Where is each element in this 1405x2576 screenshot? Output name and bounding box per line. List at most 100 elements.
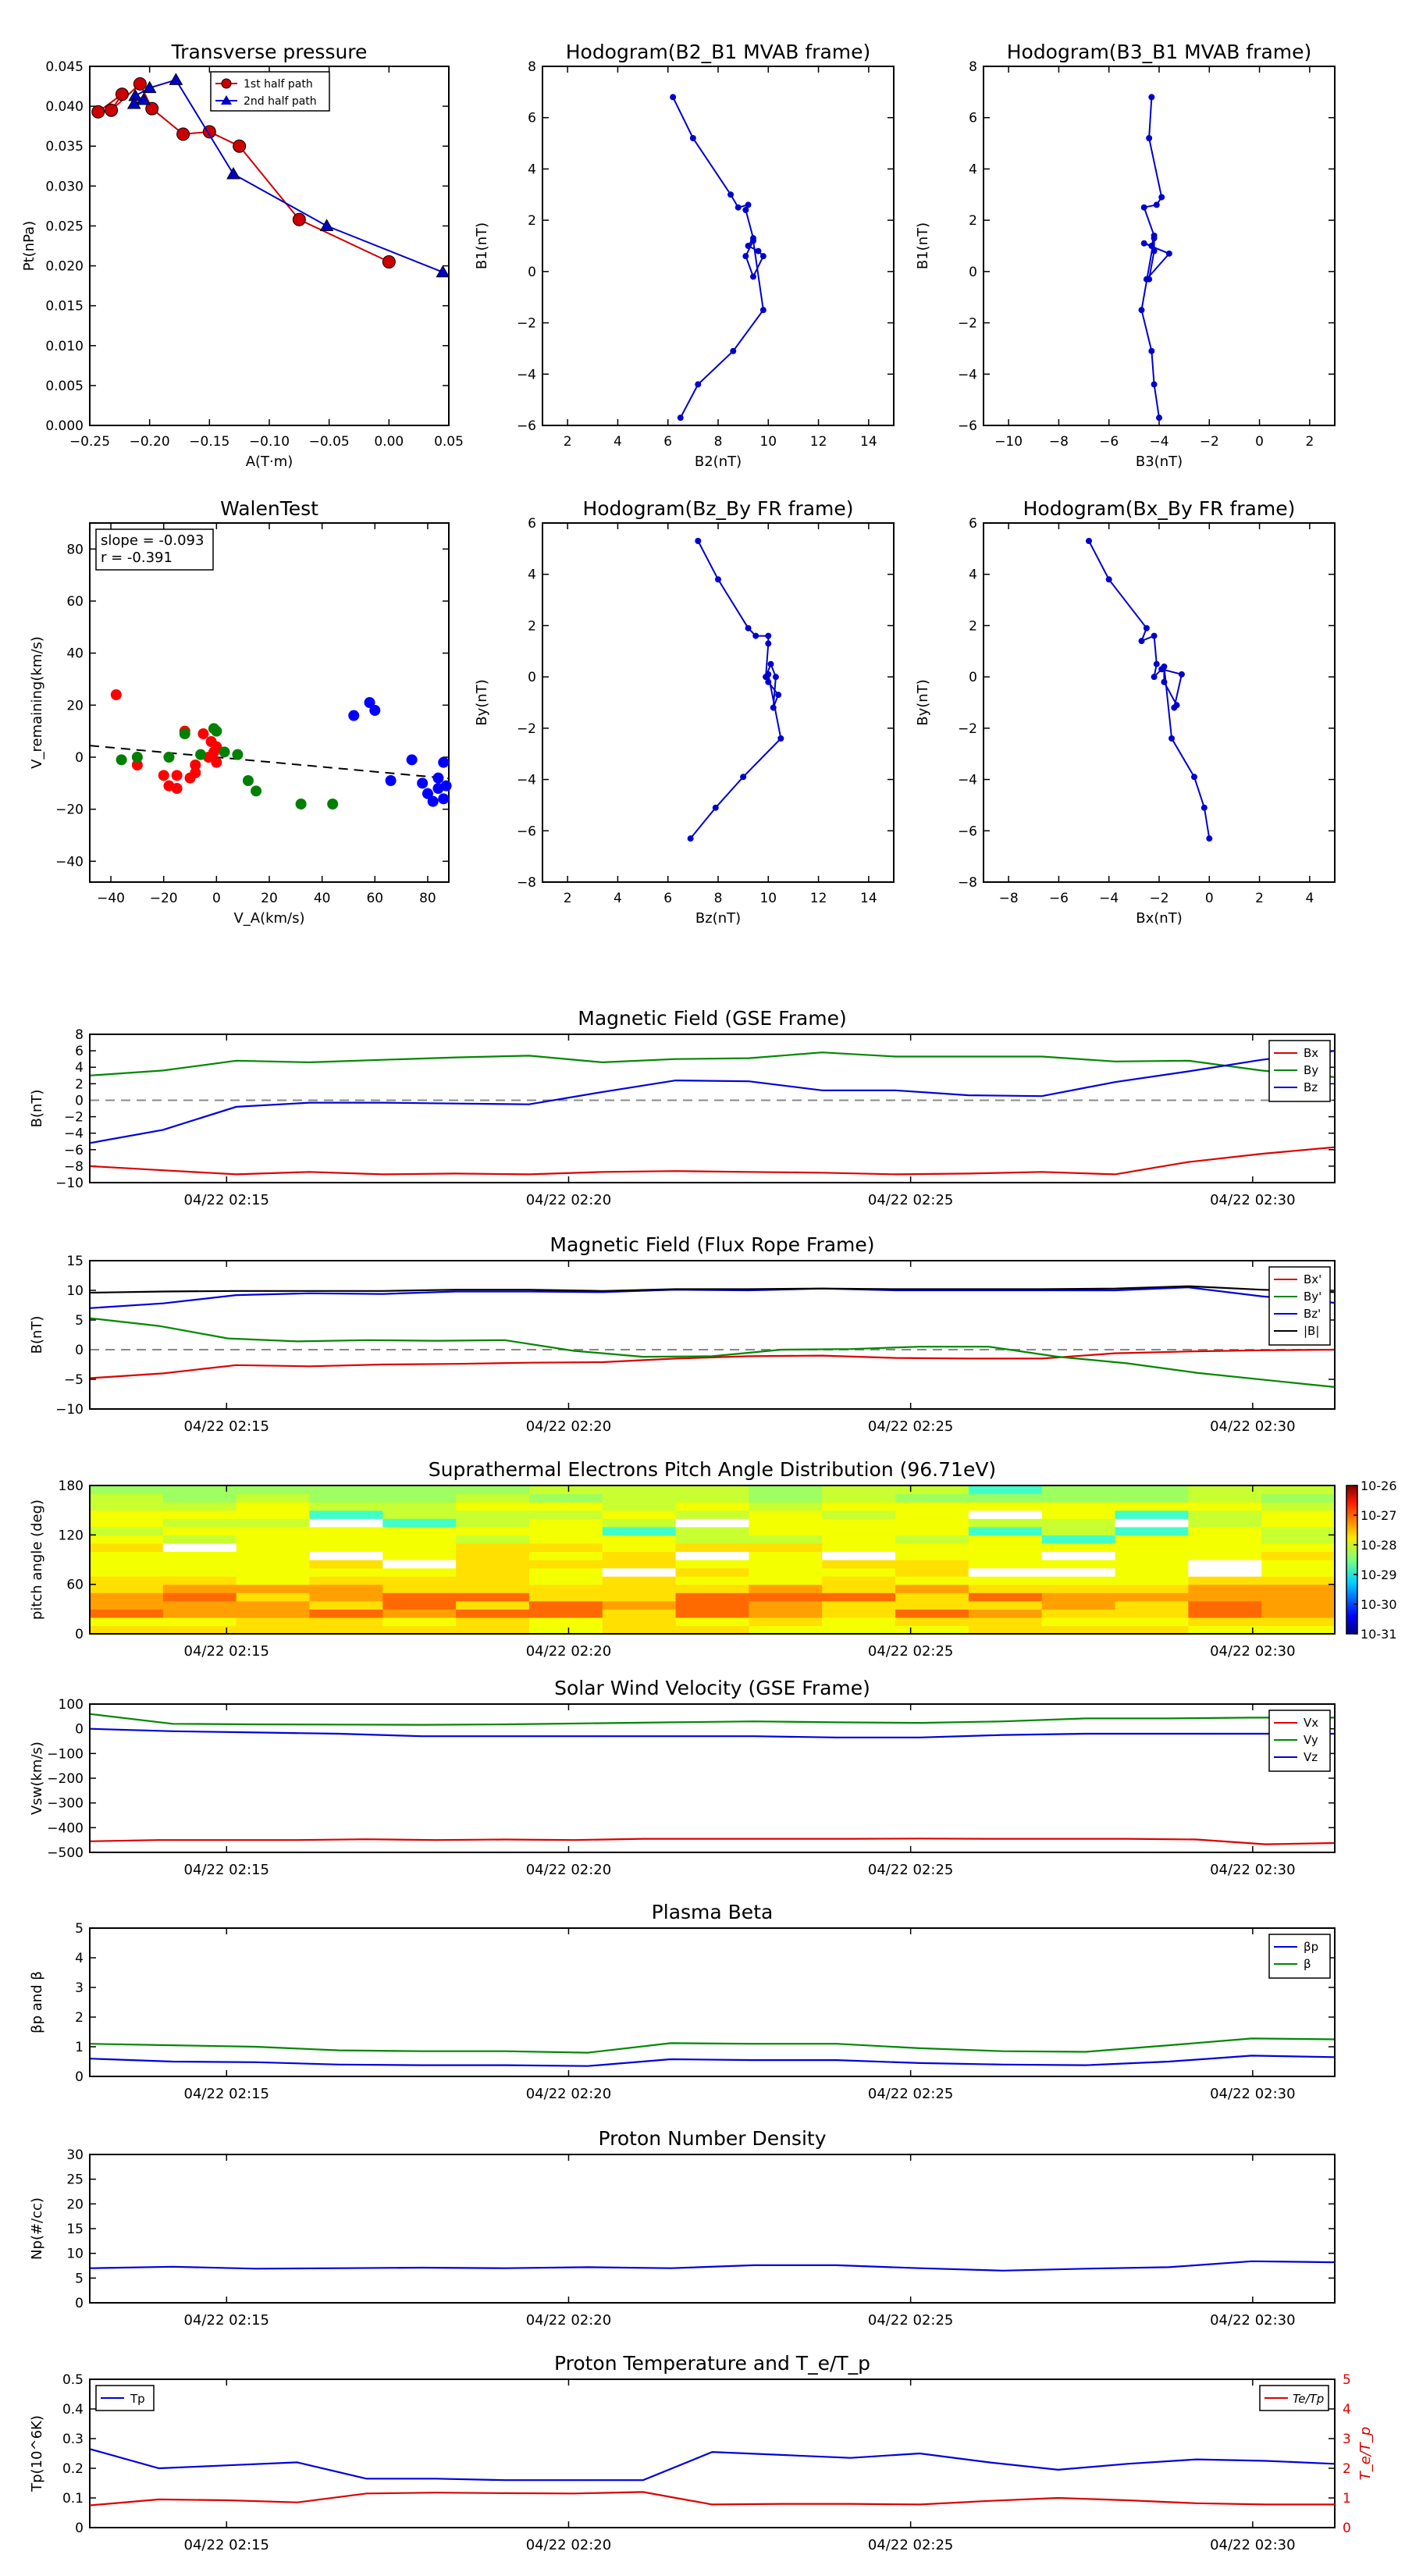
data-point <box>695 538 702 544</box>
data-point <box>171 783 183 794</box>
heatmap-cell <box>822 1518 896 1528</box>
heatmap-cell <box>382 1584 457 1593</box>
heatmap-cell <box>1041 1560 1116 1569</box>
heatmap-cell <box>236 1485 311 1495</box>
y-tick-label: −2 <box>64 1110 84 1126</box>
heatmap-cell <box>90 1592 164 1602</box>
y-tick-label: 8 <box>528 59 536 75</box>
y-tick-label: −4 <box>517 367 536 382</box>
heatmap-cell <box>968 1576 1043 1585</box>
heatmap-cell <box>1041 1518 1116 1528</box>
heatmap-cell <box>162 1584 237 1593</box>
heatmap-cell <box>456 1576 530 1585</box>
y-tick-label: 20 <box>66 698 84 713</box>
heatmap-cell <box>1188 1542 1262 1553</box>
chart-title: Hodogram(Bx_By FR frame) <box>1023 497 1296 520</box>
heatmap-cell <box>1115 1518 1189 1528</box>
chart-title: Magnetic Field (GSE Frame) <box>578 1007 846 1030</box>
y-tick-label: 5 <box>75 2271 84 2286</box>
y-right-tick-label: 5 <box>1343 2372 1351 2388</box>
data-point <box>742 207 749 213</box>
heatmap-cell <box>1188 1560 1262 1569</box>
heatmap-cell <box>675 1592 750 1602</box>
data-point <box>1168 735 1176 742</box>
heatmap-cell <box>456 1592 530 1602</box>
data-point <box>91 105 105 119</box>
heatmap-cell <box>675 1600 750 1610</box>
data-point <box>759 253 767 260</box>
heatmap-cell <box>968 1542 1043 1553</box>
heatmap-cell <box>309 1518 383 1528</box>
y-tick-label: 0.000 <box>45 418 84 434</box>
heatmap-cell <box>456 1584 530 1593</box>
y-tick-label: 0.1 <box>62 2491 84 2507</box>
tp_temp-frame <box>89 2379 1336 2528</box>
heatmap-cell <box>528 1567 603 1577</box>
x-tick-label: 0 <box>212 891 221 906</box>
x-axis-label: Bz(nT) <box>695 910 741 927</box>
y-axis-label: Pt(nPa) <box>21 221 37 271</box>
heatmap-cell <box>895 1502 969 1511</box>
y-tick-label: 8 <box>75 1027 84 1043</box>
x-tick-label: 0 <box>1255 434 1264 450</box>
heatmap-cell <box>236 1542 311 1553</box>
heatmap-cell <box>895 1617 969 1627</box>
y-tick-label: 4 <box>969 568 977 583</box>
y-tick-label: 0 <box>75 2521 84 2536</box>
heatmap-cell <box>602 1560 677 1569</box>
heatmap-cell <box>90 1600 164 1610</box>
heatmap-cell <box>602 1567 677 1577</box>
heatmap-cell <box>162 1542 237 1553</box>
y-right-tick-label: 1 <box>1343 2491 1351 2507</box>
y-tick-label: −4 <box>958 773 977 788</box>
heatmap-cell <box>528 1535 603 1544</box>
y-tick-label: −20 <box>55 802 84 818</box>
x-tick-label: −0.15 <box>189 434 229 450</box>
series-line-By <box>89 1051 1336 1078</box>
data-point <box>385 775 397 786</box>
y-tick-label: −8 <box>517 875 536 891</box>
h1-frame <box>542 66 895 426</box>
heatmap-cell <box>309 1592 383 1602</box>
data-point <box>1161 678 1168 685</box>
heatmap-cell <box>236 1510 311 1519</box>
heatmap-cell <box>382 1510 457 1519</box>
heatmap-cell <box>968 1485 1043 1495</box>
heatmap-cell <box>1115 1609 1189 1618</box>
chart-title: Hodogram(B3_B1 MVAB frame) <box>1007 41 1312 63</box>
y-axis-label: pitch angle (deg) <box>29 1500 45 1620</box>
y-tick-label: −6 <box>64 1143 84 1158</box>
figure-canvas: Transverse pressure −0.25 −0.20 −0.15 −0.10 −… <box>21 41 1397 2553</box>
legend-label: By' <box>1304 1290 1321 1304</box>
x-tick-label: 04/22 02:15 <box>184 2086 269 2102</box>
heatmap-cell <box>528 1600 603 1610</box>
heatmap-cell <box>1115 1592 1189 1602</box>
heatmap-cell <box>602 1625 677 1635</box>
heatmap-cell <box>236 1576 311 1585</box>
heatmap-cell <box>90 1584 164 1593</box>
heatmap-cell <box>1188 1600 1262 1610</box>
data-point <box>1138 307 1145 314</box>
heatmap-cell <box>90 1518 164 1528</box>
series-line-Vx <box>89 1838 1336 1845</box>
heatmap-cell <box>822 1510 896 1519</box>
heatmap-cell <box>309 1551 383 1560</box>
heatmap-cell <box>382 1617 457 1627</box>
heatmap-cell <box>382 1609 457 1618</box>
heatmap-cell <box>1261 1542 1336 1553</box>
x-tick-label: 80 <box>419 891 436 906</box>
colorbar-label: 10-29 <box>1361 1567 1397 1582</box>
heatmap-cell <box>602 1542 677 1553</box>
legend-marker <box>221 78 232 89</box>
data-point <box>171 770 183 781</box>
heatmap-cell <box>895 1576 969 1585</box>
heatmap-cell <box>749 1551 823 1560</box>
heatmap-cell <box>602 1609 677 1618</box>
heatmap-cell <box>895 1493 969 1503</box>
heatmap-cell <box>822 1551 896 1560</box>
heatmap-cell <box>822 1502 896 1511</box>
data-point <box>765 632 772 639</box>
heatmap-cell <box>749 1600 823 1610</box>
heatmap-cell <box>675 1617 750 1627</box>
heatmap-cell <box>675 1526 750 1535</box>
